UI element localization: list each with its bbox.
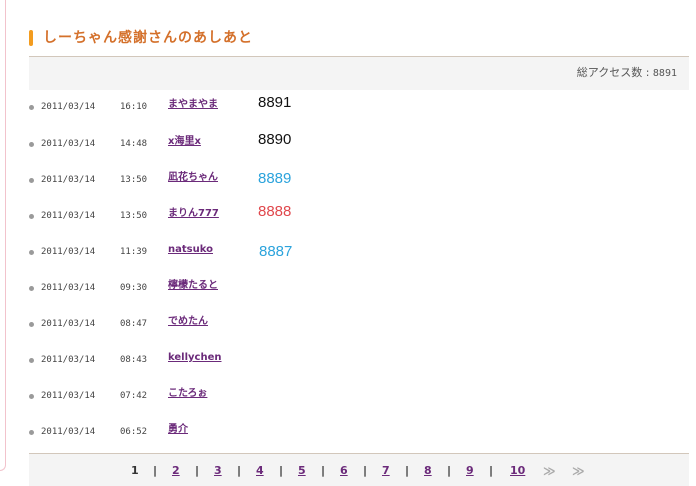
visitor-link[interactable]: こたろぉ [168, 387, 207, 401]
visit-date: 2011/03/14 [41, 247, 96, 257]
page-separator: | [195, 464, 200, 477]
page-separator: | [237, 464, 242, 477]
visit-date: 2011/03/14 [41, 139, 96, 149]
visit-time: 08:47 [120, 319, 148, 329]
visit-date: 2011/03/14 [41, 175, 96, 185]
page-link[interactable]: 10 [510, 464, 525, 478]
page-link[interactable]: 7 [382, 464, 390, 478]
bullet-icon [29, 430, 34, 435]
page-separator: | [489, 464, 494, 477]
page-separator: | [447, 464, 452, 477]
visitor-link[interactable]: natsuko [168, 243, 213, 257]
visitor-link[interactable]: 檸檬たると [168, 279, 218, 293]
pagination: 1 | 2 | 3 | 4 | 5 | 6 | 7 | 8 | 9 | 10 ≫… [29, 453, 689, 486]
total-access-bar: 総アクセス数 : 8891 [29, 56, 689, 90]
page-link[interactable]: 6 [340, 464, 348, 478]
page-title: しーちゃん感謝さんのあしあと [43, 30, 253, 46]
heading-accent-bar [29, 30, 33, 46]
list-item: 2011/03/14 16:10 まやまやま 8891 [29, 94, 429, 117]
visit-time: 06:52 [120, 427, 148, 437]
bullet-icon [29, 105, 34, 110]
page-separator: | [363, 464, 368, 477]
page-link[interactable]: 5 [298, 464, 306, 478]
visit-date: 2011/03/14 [41, 283, 96, 293]
visitor-link[interactable]: x海里x [168, 135, 201, 149]
visit-date: 2011/03/14 [41, 427, 96, 437]
visitor-link[interactable]: まやまやま [168, 98, 218, 112]
total-access-count: 総アクセス数 : 8891 [577, 66, 677, 81]
visit-time: 13:50 [120, 211, 148, 221]
page-separator: | [321, 464, 326, 477]
visit-time: 11:39 [120, 247, 148, 257]
last-page-icon[interactable]: ≫ [572, 464, 585, 478]
left-panel-border [0, 0, 6, 471]
total-access-label: 総アクセス数 : [576, 66, 650, 79]
list-item: 2011/03/14 13:50 まりん777 8888 [29, 203, 429, 226]
visit-time: 14:48 [120, 139, 148, 149]
next-page-icon[interactable]: ≫ [543, 464, 556, 478]
list-item: 2011/03/14 14:48 x海里x 8890 [29, 131, 429, 154]
visitor-link[interactable]: でめたん [168, 315, 208, 329]
page-link[interactable]: 8 [424, 464, 432, 478]
visit-date: 2011/03/14 [41, 102, 96, 112]
page-separator: | [153, 464, 158, 477]
visit-date: 2011/03/14 [41, 391, 96, 401]
page-link[interactable]: 9 [466, 464, 474, 478]
visit-date: 2011/03/14 [41, 211, 96, 221]
page-link[interactable]: 4 [256, 464, 264, 478]
visit-number: 8891 [258, 94, 292, 111]
visitor-link[interactable]: 勇介 [168, 423, 188, 437]
visit-number: 8889 [258, 170, 292, 187]
page-current: 1 [131, 464, 139, 477]
visit-number: 8890 [258, 131, 292, 148]
bullet-icon [29, 178, 34, 183]
bullet-icon [29, 394, 34, 399]
visit-time: 09:30 [120, 283, 148, 293]
visit-number: 8887 [259, 243, 293, 260]
page-link[interactable]: 3 [214, 464, 222, 478]
visit-time: 13:50 [120, 175, 148, 185]
bullet-icon [29, 142, 34, 147]
bullet-icon [29, 214, 34, 219]
visitor-link[interactable]: 凪花ちゃん [168, 171, 218, 185]
bullet-icon [29, 286, 34, 291]
page-separator: | [405, 464, 410, 477]
visit-time: 16:10 [120, 102, 148, 112]
page-link[interactable]: 2 [172, 464, 180, 478]
list-item: 2011/03/14 06:52 勇介 [29, 422, 429, 442]
bullet-icon [29, 322, 34, 327]
list-item: 2011/03/14 08:43 kellychen [29, 350, 429, 370]
visitor-link[interactable]: kellychen [168, 351, 222, 365]
bullet-icon [29, 250, 34, 255]
list-item: 2011/03/14 13:50 凪花ちゃん 8889 [29, 170, 429, 190]
visit-time: 07:42 [120, 391, 148, 401]
visit-date: 2011/03/14 [41, 319, 96, 329]
visitor-link[interactable]: まりん777 [168, 207, 219, 221]
visit-time: 08:43 [120, 355, 148, 365]
list-item: 2011/03/14 08:47 でめたん [29, 314, 429, 334]
page-separator: | [279, 464, 284, 477]
visit-date: 2011/03/14 [41, 355, 96, 365]
list-item: 2011/03/14 07:42 こたろぉ [29, 386, 429, 406]
bullet-icon [29, 358, 34, 363]
visit-number: 8888 [258, 203, 292, 220]
total-access-value: 8891 [652, 68, 677, 79]
list-item: 2011/03/14 11:39 natsuko 8887 [29, 242, 429, 262]
list-item: 2011/03/14 09:30 檸檬たると [29, 278, 429, 298]
